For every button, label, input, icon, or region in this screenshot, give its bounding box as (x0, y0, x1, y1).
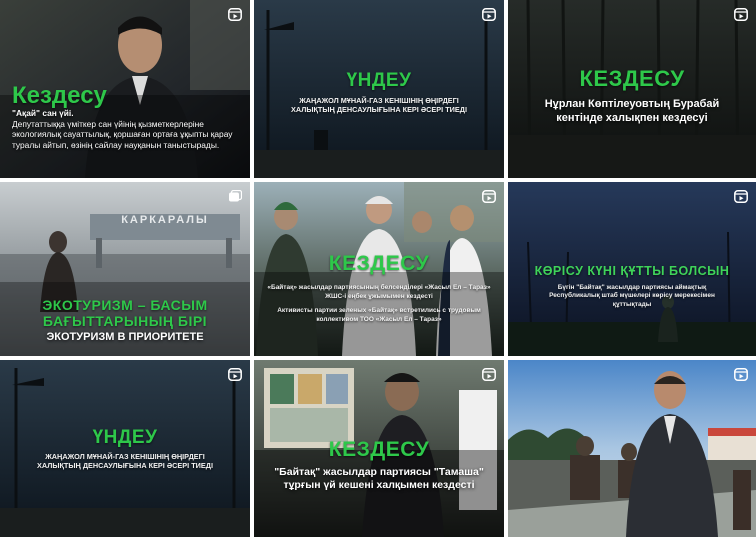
post-thumbnail (0, 182, 250, 356)
post-tile-2[interactable]: ҮНДЕУ ЖАҢАЖОЛ МҰНАЙ-ГАЗ КЕНІШІНІҢ ӨҢІРДЕ… (254, 0, 504, 178)
post-tile-1[interactable]: Кездесу "Ақай" сан үйі. Депутаттыққа үмі… (0, 0, 250, 178)
post-headline: ҮНДЕУ (92, 427, 158, 448)
reel-icon (482, 8, 496, 21)
post-subtitle: ЭКОТУРИЗМ В ПРИОРИТЕТЕ (46, 331, 204, 343)
post-headline: Кездесу (12, 82, 107, 109)
post-tile-7[interactable]: ҮНДЕУ ЖАҢАЖОЛ МҰНАЙ-ГАЗ КЕНІШІНІҢ ӨҢІРДЕ… (0, 360, 250, 537)
post-subtitle-ru: Активисты партии зеленых «Байтақ» встрет… (277, 307, 481, 323)
post-tile-6[interactable]: КӨРІСУ КҮНІ ҚҰТТЫ БОЛСЫН Бүгін "Байтақ" … (508, 182, 756, 356)
post-headline: ЭКОТУРИЗМ – БАСЫМ БАҒЫТТАРЫНЫҢ БІРІ (42, 297, 208, 329)
post-tile-8[interactable]: КЕЗДЕСУ "Байтақ" жасылдар партиясы "Тама… (254, 360, 504, 537)
post-subtitle: "Байтақ" жасылдар партиясы "Тамаша" тұрғ… (274, 466, 484, 491)
post-subtitle: ЖАҢАЖОЛ МҰНАЙ-ГАЗ КЕНІШІНІҢ ӨҢІРДЕГІ ХАЛ… (290, 96, 468, 114)
reel-icon (228, 368, 242, 381)
post-subtitle: ЖАҢАЖОЛ МҰНАЙ-ГАЗ КЕНІШІНІҢ ӨҢІРДЕГІ ХАЛ… (36, 452, 214, 470)
posts-grid: Кездесу "Ақай" сан үйі. Депутаттыққа үмі… (0, 0, 756, 537)
post-tile-5[interactable]: КЕЗДЕСУ «Байтақ» жасылдар партиясының бе… (254, 182, 504, 356)
post-tile-3[interactable]: КЕЗДЕСУ Нұрлан Көптілеуовтың Бурабай кен… (508, 0, 756, 178)
reel-icon (228, 8, 242, 21)
post-body: "Ақай" сан үйі. Депутаттыққа үміткер сан… (12, 108, 242, 150)
reel-icon (482, 190, 496, 203)
reel-icon (734, 190, 748, 203)
post-thumbnail (508, 360, 756, 537)
post-headline: ҮНДЕУ (346, 70, 412, 91)
post-body-text: Депутаттыққа үміткер сан үйінің қызметке… (12, 118, 233, 150)
post-subtitle: Нұрлан Көптілеуовтың Бурабай кентінде ха… (544, 98, 720, 124)
post-headline: КЕЗДЕСУ (328, 252, 430, 275)
reel-icon (734, 8, 748, 21)
post-tile-4[interactable]: КАРКАРАЛЫ ЭКОТУРИЗМ – БАСЫМ БАҒЫТТАРЫНЫҢ… (0, 182, 250, 356)
post-headline: КЕЗДЕСУ (579, 66, 685, 91)
reel-icon (482, 368, 496, 381)
post-headline: КЕЗДЕСУ (328, 438, 430, 461)
reel-icon (734, 368, 748, 381)
post-subtitle: Бүгін "Байтақ" жасылдар партиясы аймақты… (549, 284, 715, 308)
post-quote: "Ақай" сан үйі. (12, 108, 74, 118)
post-headline: КӨРІСУ КҮНІ ҚҰТТЫ БОЛСЫН (534, 264, 730, 278)
town-sign-text: КАРКАРАЛЫ (121, 214, 209, 226)
post-tile-9[interactable] (508, 360, 756, 537)
carousel-icon (228, 190, 242, 203)
post-subtitle: «Байтақ» жасылдар партиясының белсенділе… (267, 284, 491, 300)
